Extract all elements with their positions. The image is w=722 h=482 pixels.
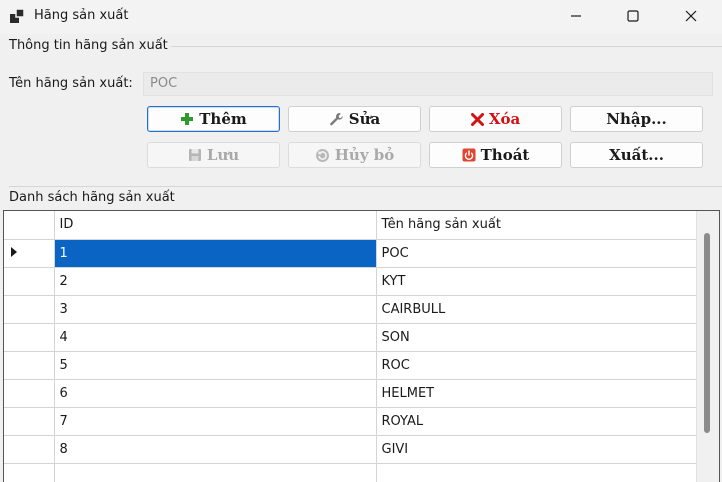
scrollbar-thumb[interactable] <box>704 233 710 433</box>
delete-button-label: Xóa <box>488 110 521 128</box>
window-title: Hãng sản xuất <box>34 8 129 23</box>
cancel-button-label: Hủy bỏ <box>334 146 395 164</box>
name-label: Tên hãng sản xuất: <box>9 76 133 91</box>
info-group-title: Thông tin hãng sản xuất <box>9 38 171 53</box>
row-header[interactable] <box>4 267 55 296</box>
row-header[interactable] <box>4 351 55 380</box>
cell-name[interactable]: KYT <box>376 267 698 296</box>
app-icon <box>10 9 25 23</box>
floppy-disk-icon <box>188 149 201 161</box>
table-row[interactable]: 6 HELMET <box>4 379 698 408</box>
list-group-title: Danh sách hãng sản xuất <box>9 190 178 205</box>
cell-id[interactable]: 4 <box>54 323 377 352</box>
cell-id[interactable]: 2 <box>54 267 377 296</box>
header-row: ID Tên hãng sản xuất <box>4 211 698 240</box>
row-header[interactable] <box>4 323 55 352</box>
cell-name[interactable]: GIVI <box>376 435 698 464</box>
wrench-icon <box>329 112 343 125</box>
cell-id[interactable]: 6 <box>54 379 377 408</box>
save-button[interactable]: Lưu <box>147 142 280 168</box>
row-header[interactable] <box>4 379 55 408</box>
cell-name[interactable]: ROYAL <box>376 407 698 436</box>
cancel-button[interactable]: Hủy bỏ <box>288 142 421 168</box>
table-row[interactable]: 1 POC <box>4 239 698 268</box>
close-icon <box>685 10 697 22</box>
add-button[interactable]: Thêm <box>147 106 280 132</box>
maximize-button[interactable] <box>610 0 656 32</box>
cell-name[interactable]: CAIRBULL <box>376 295 698 324</box>
edit-button-label: Sửa <box>348 110 381 128</box>
import-button-label: Nhập... <box>606 110 667 128</box>
cell-name[interactable] <box>376 463 698 482</box>
cell-id[interactable]: 3 <box>54 295 377 324</box>
exit-button[interactable]: Thoát <box>429 142 562 168</box>
cell-name[interactable]: ROC <box>376 351 698 380</box>
import-button[interactable]: Nhập... <box>570 106 703 132</box>
title-bar: Hãng sản xuất <box>0 0 722 34</box>
add-button-label: Thêm <box>199 110 247 128</box>
save-button-label: Lưu <box>206 146 240 164</box>
cell-name[interactable]: HELMET <box>376 379 698 408</box>
vertical-scrollbar[interactable] <box>696 211 719 482</box>
export-button-label: Xuất... <box>609 146 664 164</box>
table-row[interactable]: 7 ROYAL <box>4 407 698 436</box>
column-header-name[interactable]: Tên hãng sản xuất <box>376 211 698 240</box>
grid-table: ID Tên hãng sản xuất 1 POC 2 KYT 3 CAIRB… <box>4 211 698 482</box>
list-group-border <box>9 186 722 187</box>
undo-icon <box>315 148 329 162</box>
minimize-button[interactable] <box>553 0 599 32</box>
row-header[interactable] <box>4 295 55 324</box>
row-header[interactable] <box>4 239 55 268</box>
plus-icon <box>181 113 194 125</box>
row-header[interactable] <box>4 435 55 464</box>
cell-id[interactable]: 1 <box>54 239 377 268</box>
cell-id[interactable]: 7 <box>54 407 377 436</box>
table-row[interactable]: 3 CAIRBULL <box>4 295 698 324</box>
cell-name[interactable]: SON <box>376 323 698 352</box>
name-input[interactable]: POC <box>143 72 713 96</box>
exit-button-label: Thoát <box>480 146 530 164</box>
table-row[interactable]: 4 SON <box>4 323 698 352</box>
row-header-corner[interactable] <box>4 211 55 240</box>
column-header-id[interactable]: ID <box>54 211 377 240</box>
table-row[interactable]: 8 GIVI <box>4 435 698 464</box>
cell-id[interactable]: 5 <box>54 351 377 380</box>
manufacturer-grid[interactable]: ID Tên hãng sản xuất 1 POC 2 KYT 3 CAIRB… <box>3 210 720 482</box>
delete-button[interactable]: Xóa <box>429 106 562 132</box>
row-header[interactable] <box>4 463 55 482</box>
cell-id[interactable]: 8 <box>54 435 377 464</box>
edit-button[interactable]: Sửa <box>288 106 421 132</box>
cell-id[interactable] <box>54 463 377 482</box>
export-button[interactable]: Xuất... <box>570 142 703 168</box>
table-row[interactable] <box>4 463 698 482</box>
cell-name[interactable]: POC <box>376 239 698 268</box>
row-header[interactable] <box>4 407 55 436</box>
close-button[interactable] <box>668 0 714 32</box>
table-row[interactable]: 2 KYT <box>4 267 698 296</box>
current-row-icon <box>11 246 17 257</box>
power-icon <box>462 148 476 162</box>
minimize-icon <box>571 15 581 17</box>
maximize-icon <box>627 10 639 22</box>
table-row[interactable]: 5 ROC <box>4 351 698 380</box>
x-icon <box>470 112 484 126</box>
